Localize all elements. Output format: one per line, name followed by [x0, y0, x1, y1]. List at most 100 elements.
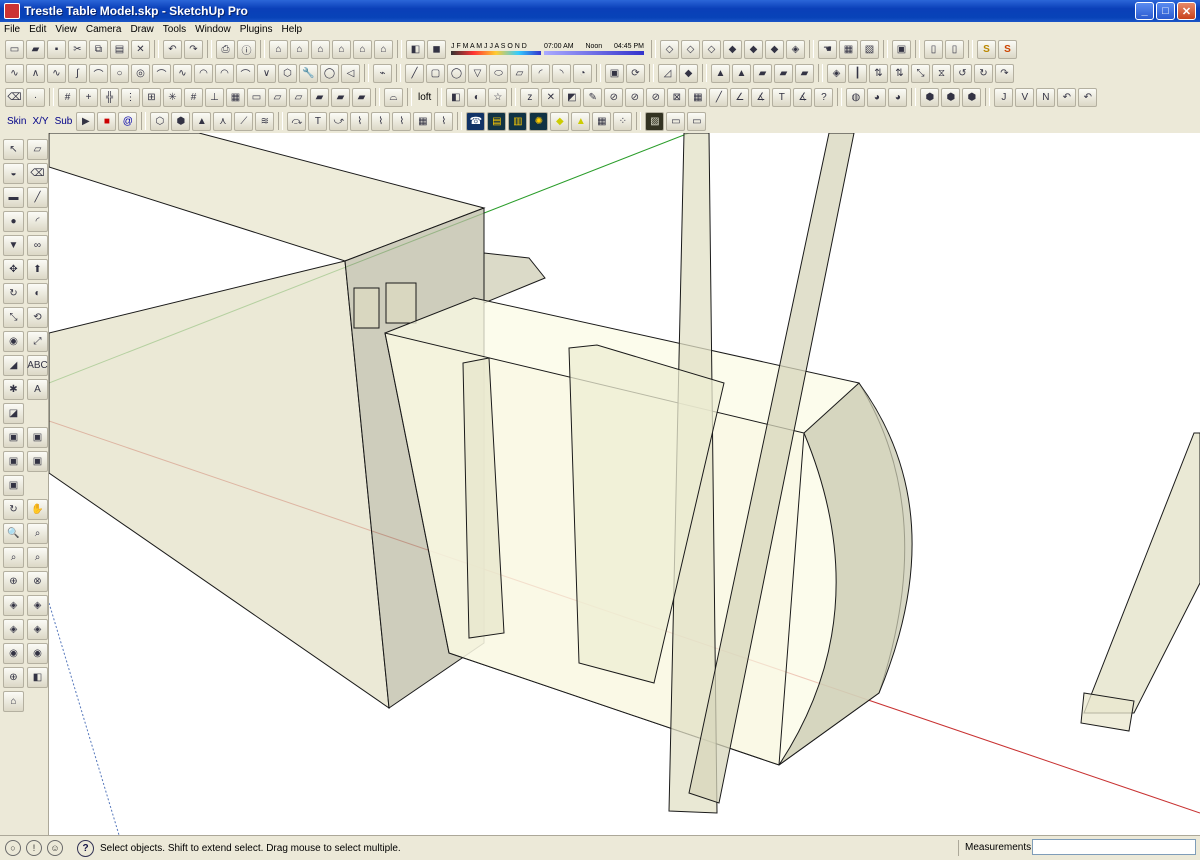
blob-icon[interactable]: ○	[110, 63, 129, 83]
iso-view-icon[interactable]: ⌂	[269, 39, 288, 59]
zoom-in-icon[interactable]: ⊕	[3, 571, 24, 592]
triangle-draw-icon[interactable]: ▽	[468, 63, 487, 83]
walk-icon[interactable]: ◈	[3, 619, 24, 640]
polyline-alt-icon[interactable]: ∨	[257, 63, 276, 83]
user-icon[interactable]: ☺	[47, 840, 63, 856]
print-icon[interactable]: ⎙	[216, 39, 235, 59]
xray-mode-icon[interactable]: ◈	[786, 39, 805, 59]
make-component-icon[interactable]: ▱	[27, 139, 48, 160]
menu-window[interactable]: Window	[195, 24, 231, 35]
model-viewport[interactable]	[49, 133, 1200, 835]
diamond-icon[interactable]: ◆	[550, 111, 570, 131]
move-down-icon[interactable]: ⇅	[890, 63, 909, 83]
group-icon[interactable]: ▣	[3, 427, 24, 448]
select-arrow-icon[interactable]: ↖	[3, 139, 24, 160]
arc-tool-icon[interactable]: ◜	[27, 211, 48, 232]
spline-icon[interactable]: ∿	[47, 63, 66, 83]
orbit-hand-icon[interactable]: ☚	[818, 39, 837, 59]
spiral-icon[interactable]: ◎	[131, 63, 150, 83]
line-icon[interactable]: ╱	[405, 63, 424, 83]
x-mark-icon[interactable]: ✕	[541, 87, 561, 107]
surface-icon[interactable]: ⌓	[384, 87, 403, 107]
undo-icon[interactable]: ↶	[163, 39, 182, 59]
align-icon[interactable]: ◈	[827, 63, 846, 83]
color-dots-icon[interactable]: ⁘	[613, 111, 633, 131]
square-x-icon[interactable]: ⊠	[667, 87, 687, 107]
house-section-icon[interactable]: ⌂	[3, 691, 24, 712]
rotate-tool-icon[interactable]: ↻	[3, 283, 24, 304]
slash-icon[interactable]: ╱	[709, 87, 729, 107]
axis-v-icon[interactable]: V	[1015, 87, 1035, 107]
circle-slash-2-icon[interactable]: ⊘	[625, 87, 645, 107]
components-icon[interactable]: ▣	[892, 39, 911, 59]
lathe-icon[interactable]: ◧	[446, 87, 466, 107]
menu-tools[interactable]: Tools	[163, 24, 186, 35]
eraser-icon[interactable]: ⌫	[5, 87, 24, 107]
circle-tool-icon[interactable]: ●	[3, 211, 24, 232]
material-2-icon[interactable]: ▭	[666, 111, 686, 131]
circle-icon[interactable]: ◯	[447, 63, 466, 83]
shadow-settings-icon[interactable]: ◧	[406, 39, 425, 59]
text-t-icon[interactable]: T	[772, 87, 792, 107]
position-camera-icon[interactable]: ◈	[3, 595, 24, 616]
erase-icon[interactable]: ✕	[131, 39, 150, 59]
pin-icon[interactable]: ⟋	[234, 111, 254, 131]
walk-2-icon[interactable]: ◈	[27, 619, 48, 640]
group-2-icon[interactable]: ▣	[27, 427, 48, 448]
angle-2-icon[interactable]: ∡	[793, 87, 813, 107]
square-grid-icon[interactable]: ▦	[688, 87, 708, 107]
redo-icon[interactable]: ↷	[184, 39, 203, 59]
shadow-month-slider[interactable]	[451, 51, 541, 55]
material-3-icon[interactable]: ▭	[687, 111, 707, 131]
stop-icon[interactable]: ■	[97, 111, 117, 131]
follow-me-tool-icon[interactable]: ◐	[27, 283, 48, 304]
sub-button[interactable]: Sub	[53, 112, 75, 131]
push-pull-icon[interactable]: ⬆	[27, 259, 48, 280]
scale-icon[interactable]: ⤡	[911, 63, 930, 83]
paste-icon[interactable]: ▤	[110, 39, 129, 59]
wave-icon[interactable]: ∿	[173, 63, 192, 83]
move-down-up-icon[interactable]: ⇅	[869, 63, 888, 83]
monochrome-icon[interactable]: ◆	[765, 39, 784, 59]
flip-icon[interactable]: ↷	[995, 63, 1014, 83]
axis-return-2-icon[interactable]: ↶	[1078, 87, 1098, 107]
box-3d-icon[interactable]: ▱	[268, 87, 287, 107]
circle-slash-3-icon[interactable]: ⊘	[646, 87, 666, 107]
revolve-icon[interactable]: ◐	[467, 87, 487, 107]
group-5-icon[interactable]: ▣	[3, 475, 24, 496]
sphere-tools-2-icon[interactable]: ◕	[888, 87, 908, 107]
swirl-icon[interactable]: @	[118, 111, 138, 131]
pencil-icon[interactable]: ╱	[27, 187, 48, 208]
bend-icon[interactable]: ⤼	[287, 111, 307, 131]
dimension-tool-icon[interactable]: ⤢	[27, 331, 48, 352]
shadow-time-slider[interactable]	[544, 51, 644, 55]
grid-icon[interactable]: #	[58, 87, 77, 107]
wireframe-icon[interactable]: ◇	[681, 39, 700, 59]
help-icon[interactable]: ?	[77, 839, 94, 857]
axes-tool-icon[interactable]: ✱	[3, 379, 24, 400]
display-shadows-icon[interactable]: ◼	[427, 39, 446, 59]
plugin-s-icon[interactable]: S	[977, 39, 996, 59]
hidden-line-icon[interactable]: ◇	[702, 39, 721, 59]
scale-tool-icon[interactable]: ⤡	[3, 307, 24, 328]
box-stack-icon[interactable]: ▰	[331, 87, 350, 107]
sphere-wire-icon[interactable]: ◍	[846, 87, 866, 107]
taper-icon[interactable]: ⌇	[392, 111, 412, 131]
help-question-icon[interactable]: ?	[814, 87, 834, 107]
shell-icon[interactable]: ⌇	[434, 111, 454, 131]
rectangle-icon[interactable]: ▢	[426, 63, 445, 83]
shaded-textures-icon[interactable]: ◆	[744, 39, 763, 59]
cross-icon[interactable]: +	[79, 87, 98, 107]
cube-mesh-icon[interactable]: ⬢	[171, 111, 191, 131]
pyramid-icon[interactable]: ▲	[192, 111, 212, 131]
deform-icon[interactable]: ⤻	[329, 111, 349, 131]
save-icon[interactable]: ▪	[47, 39, 66, 59]
freehand-tool-icon[interactable]: ∞	[27, 235, 48, 256]
joint-push-pull-alt-icon[interactable]: ▲	[732, 63, 751, 83]
menu-view[interactable]: View	[55, 24, 77, 35]
extrude-icon[interactable]: ▰	[753, 63, 772, 83]
protractor-icon[interactable]: ◢	[3, 355, 24, 376]
zoom-out-icon[interactable]: ⊗	[27, 571, 48, 592]
axis-n-icon[interactable]: N	[1036, 87, 1056, 107]
zoom-extents-icon[interactable]: ⌕	[27, 547, 48, 568]
